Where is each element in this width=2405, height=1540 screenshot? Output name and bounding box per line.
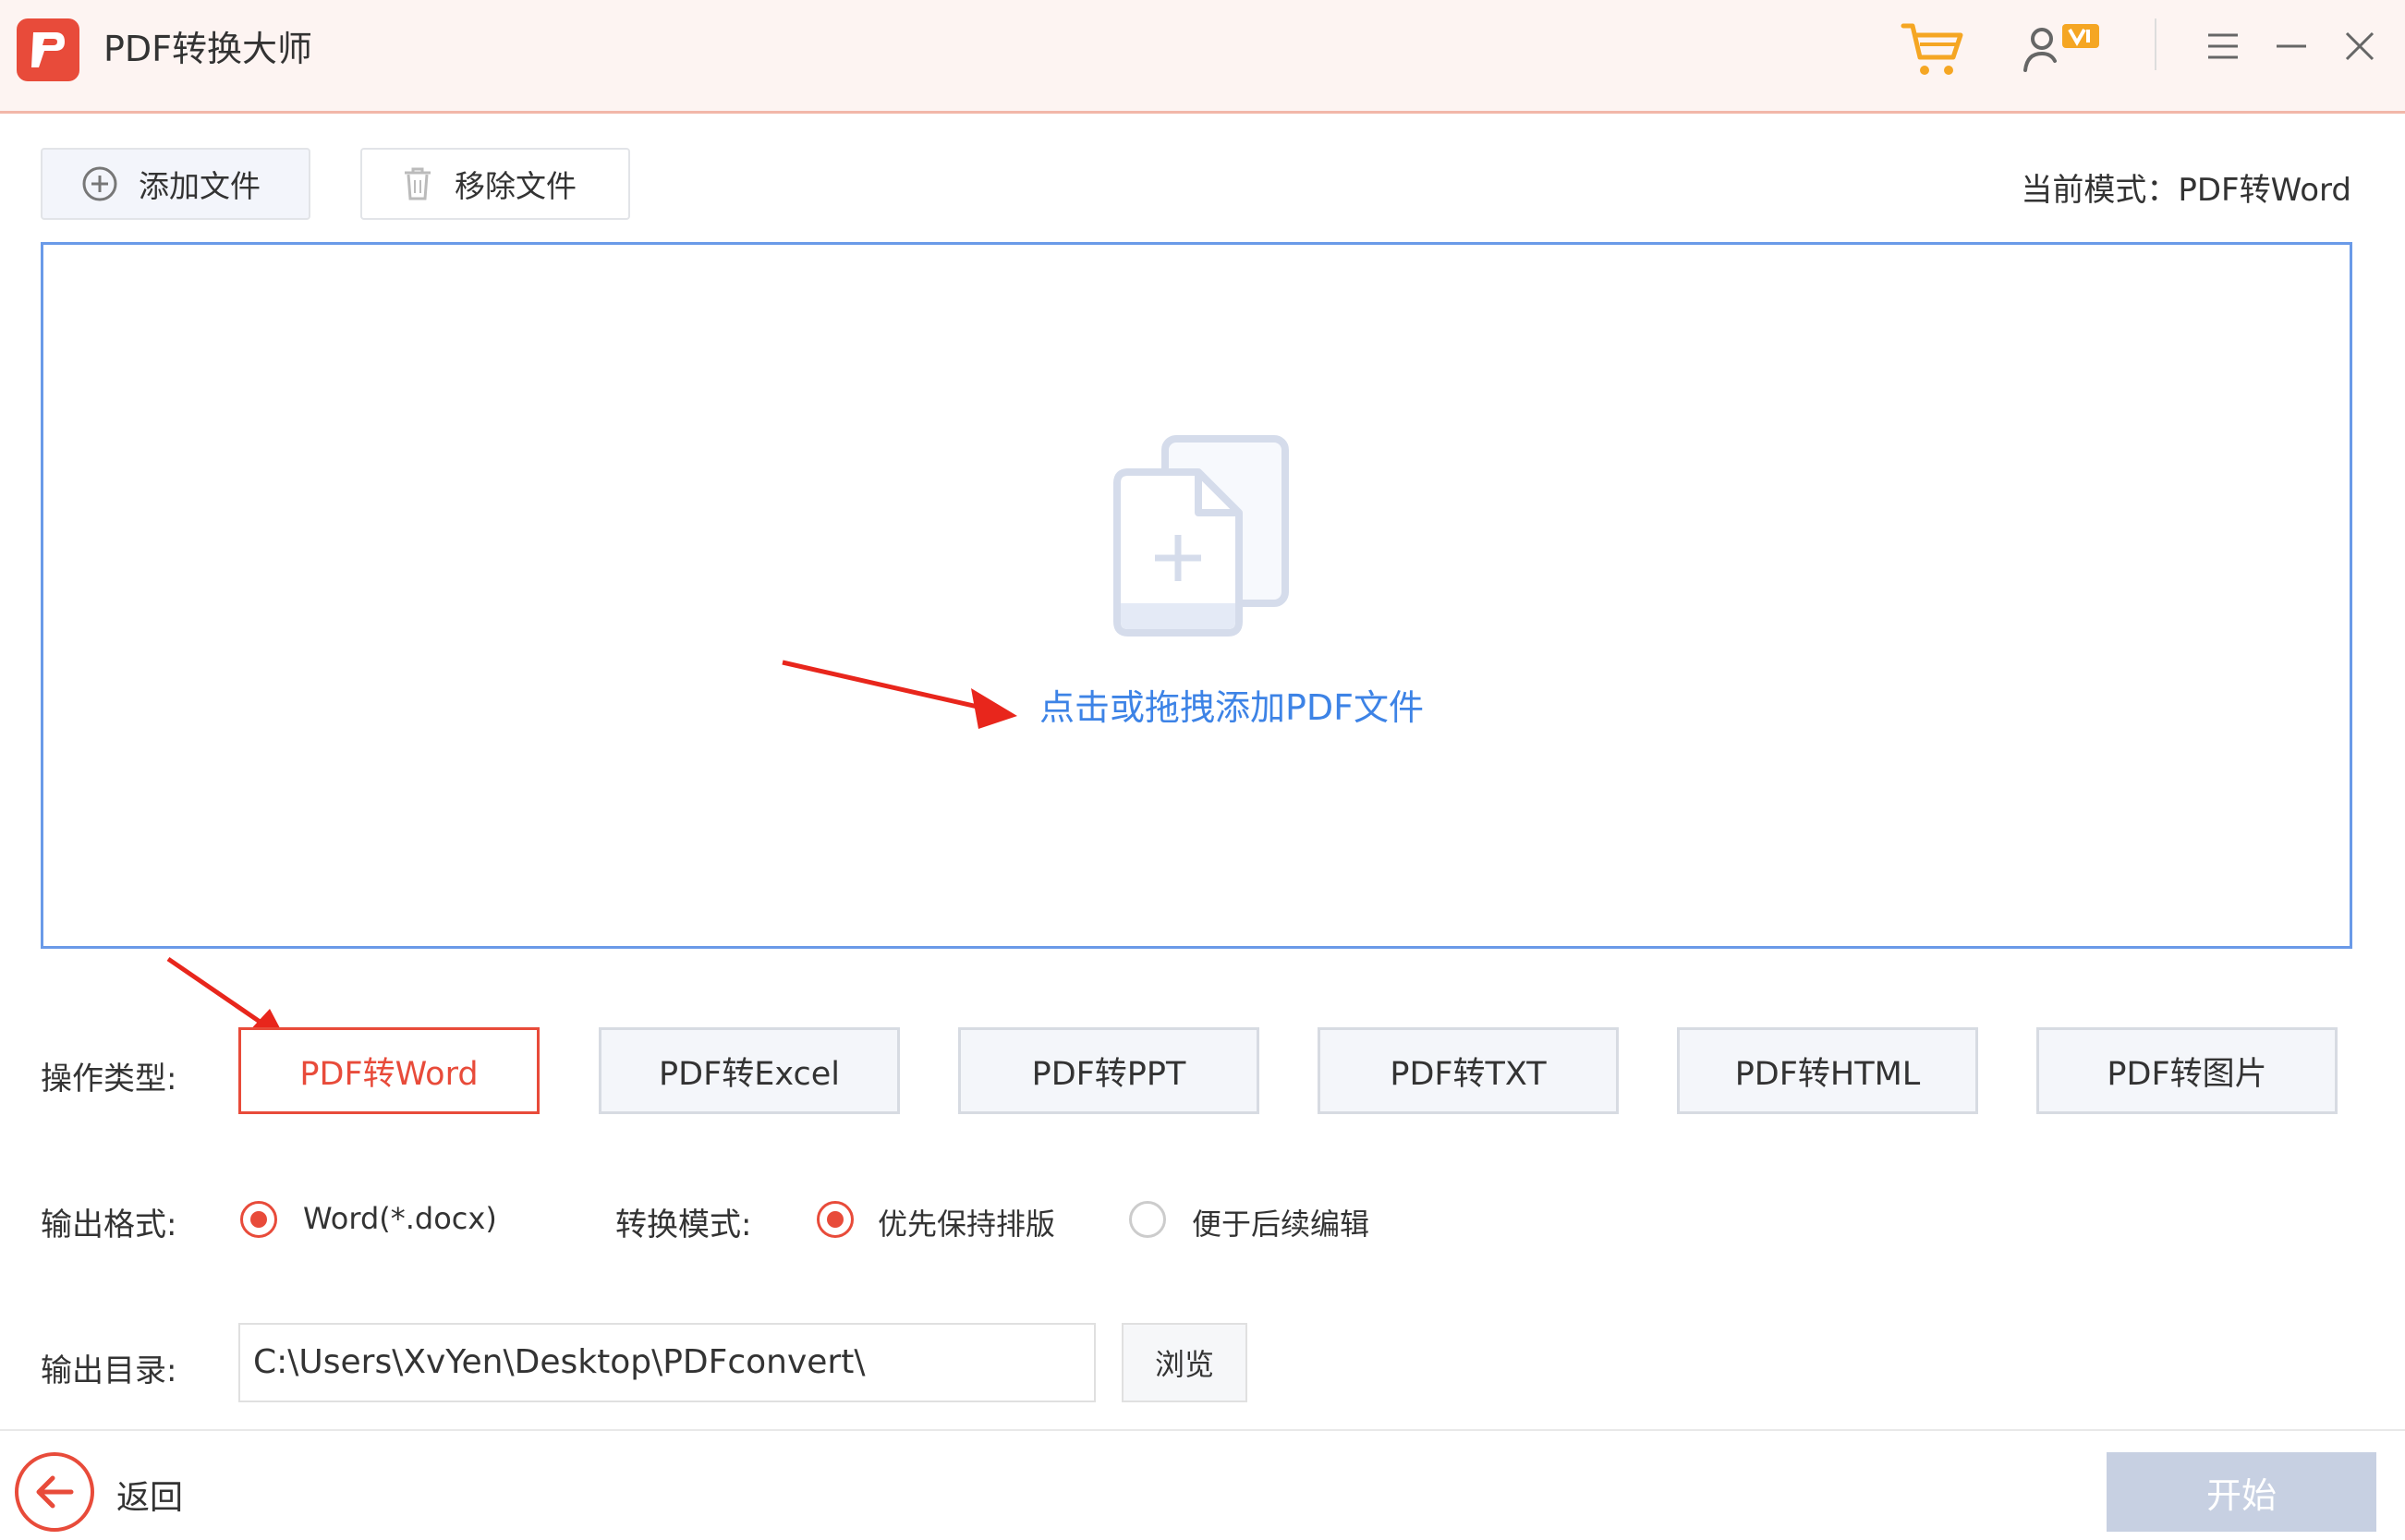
titlebar-divider [2155,18,2156,70]
type-pdf-to-html-button[interactable]: PDF转HTML [1677,1027,1978,1114]
back-arrow-icon [36,1475,74,1509]
operation-type-label: 操作类型: [41,1061,177,1097]
output-format-word-label[interactable]: Word(*.docx) [303,1201,497,1236]
file-drop-zone[interactable]: 点击或拖拽添加PDF文件 [41,242,2352,949]
type-pdf-to-ppt-button[interactable]: PDF转PPT [958,1027,1259,1114]
output-dir-label: 输出目录: [41,1352,177,1389]
current-mode-text: 当前模式：PDF转Word [2021,172,2351,209]
close-icon[interactable] [2341,28,2378,65]
mode-easy-edit-label[interactable]: 便于后续编辑 [1192,1201,1369,1243]
app-title: PDF转换大师 [103,29,313,69]
plus-circle-icon [81,165,118,202]
output-format-label: 输出格式: [41,1207,177,1243]
menu-icon[interactable] [2205,28,2241,65]
cart-icon[interactable] [1900,20,1966,79]
back-button[interactable] [15,1452,94,1532]
output-format-word-radio[interactable] [240,1201,277,1238]
vip-user-icon[interactable] [2020,20,2108,79]
add-file-button[interactable]: 添加文件 [41,148,310,220]
back-label[interactable]: 返回 [116,1471,183,1519]
type-pdf-to-word-button[interactable]: PDF转Word [238,1027,540,1114]
trash-icon [401,165,434,202]
start-button[interactable]: 开始 [2107,1452,2376,1532]
remove-file-label: 移除文件 [455,168,577,204]
mode-keep-layout-label[interactable]: 优先保持排版 [878,1201,1055,1243]
title-bar: PDF转换大师 [0,0,2405,114]
remove-file-button[interactable]: 移除文件 [360,148,630,220]
add-file-label: 添加文件 [139,168,261,204]
annotation-arrow-icon [782,660,1017,729]
mode-easy-edit-radio[interactable] [1129,1201,1166,1238]
pdf-logo-icon [17,18,79,81]
convert-mode-label: 转换模式: [615,1207,752,1243]
footer-divider [0,1429,2405,1431]
browse-button[interactable]: 浏览 [1122,1323,1247,1402]
type-pdf-to-txt-button[interactable]: PDF转TXT [1318,1027,1619,1114]
minimize-icon[interactable] [2273,28,2310,65]
output-dir-input[interactable]: C:\Users\XvYen\Desktop\PDFconvert\ [238,1323,1096,1402]
add-file-icon [1099,430,1320,655]
drop-hint-text[interactable]: 点击或拖拽添加PDF文件 [1039,679,1424,730]
mode-keep-layout-radio[interactable] [817,1201,854,1238]
type-pdf-to-image-button[interactable]: PDF转图片 [2036,1027,2338,1114]
type-pdf-to-excel-button[interactable]: PDF转Excel [599,1027,900,1114]
